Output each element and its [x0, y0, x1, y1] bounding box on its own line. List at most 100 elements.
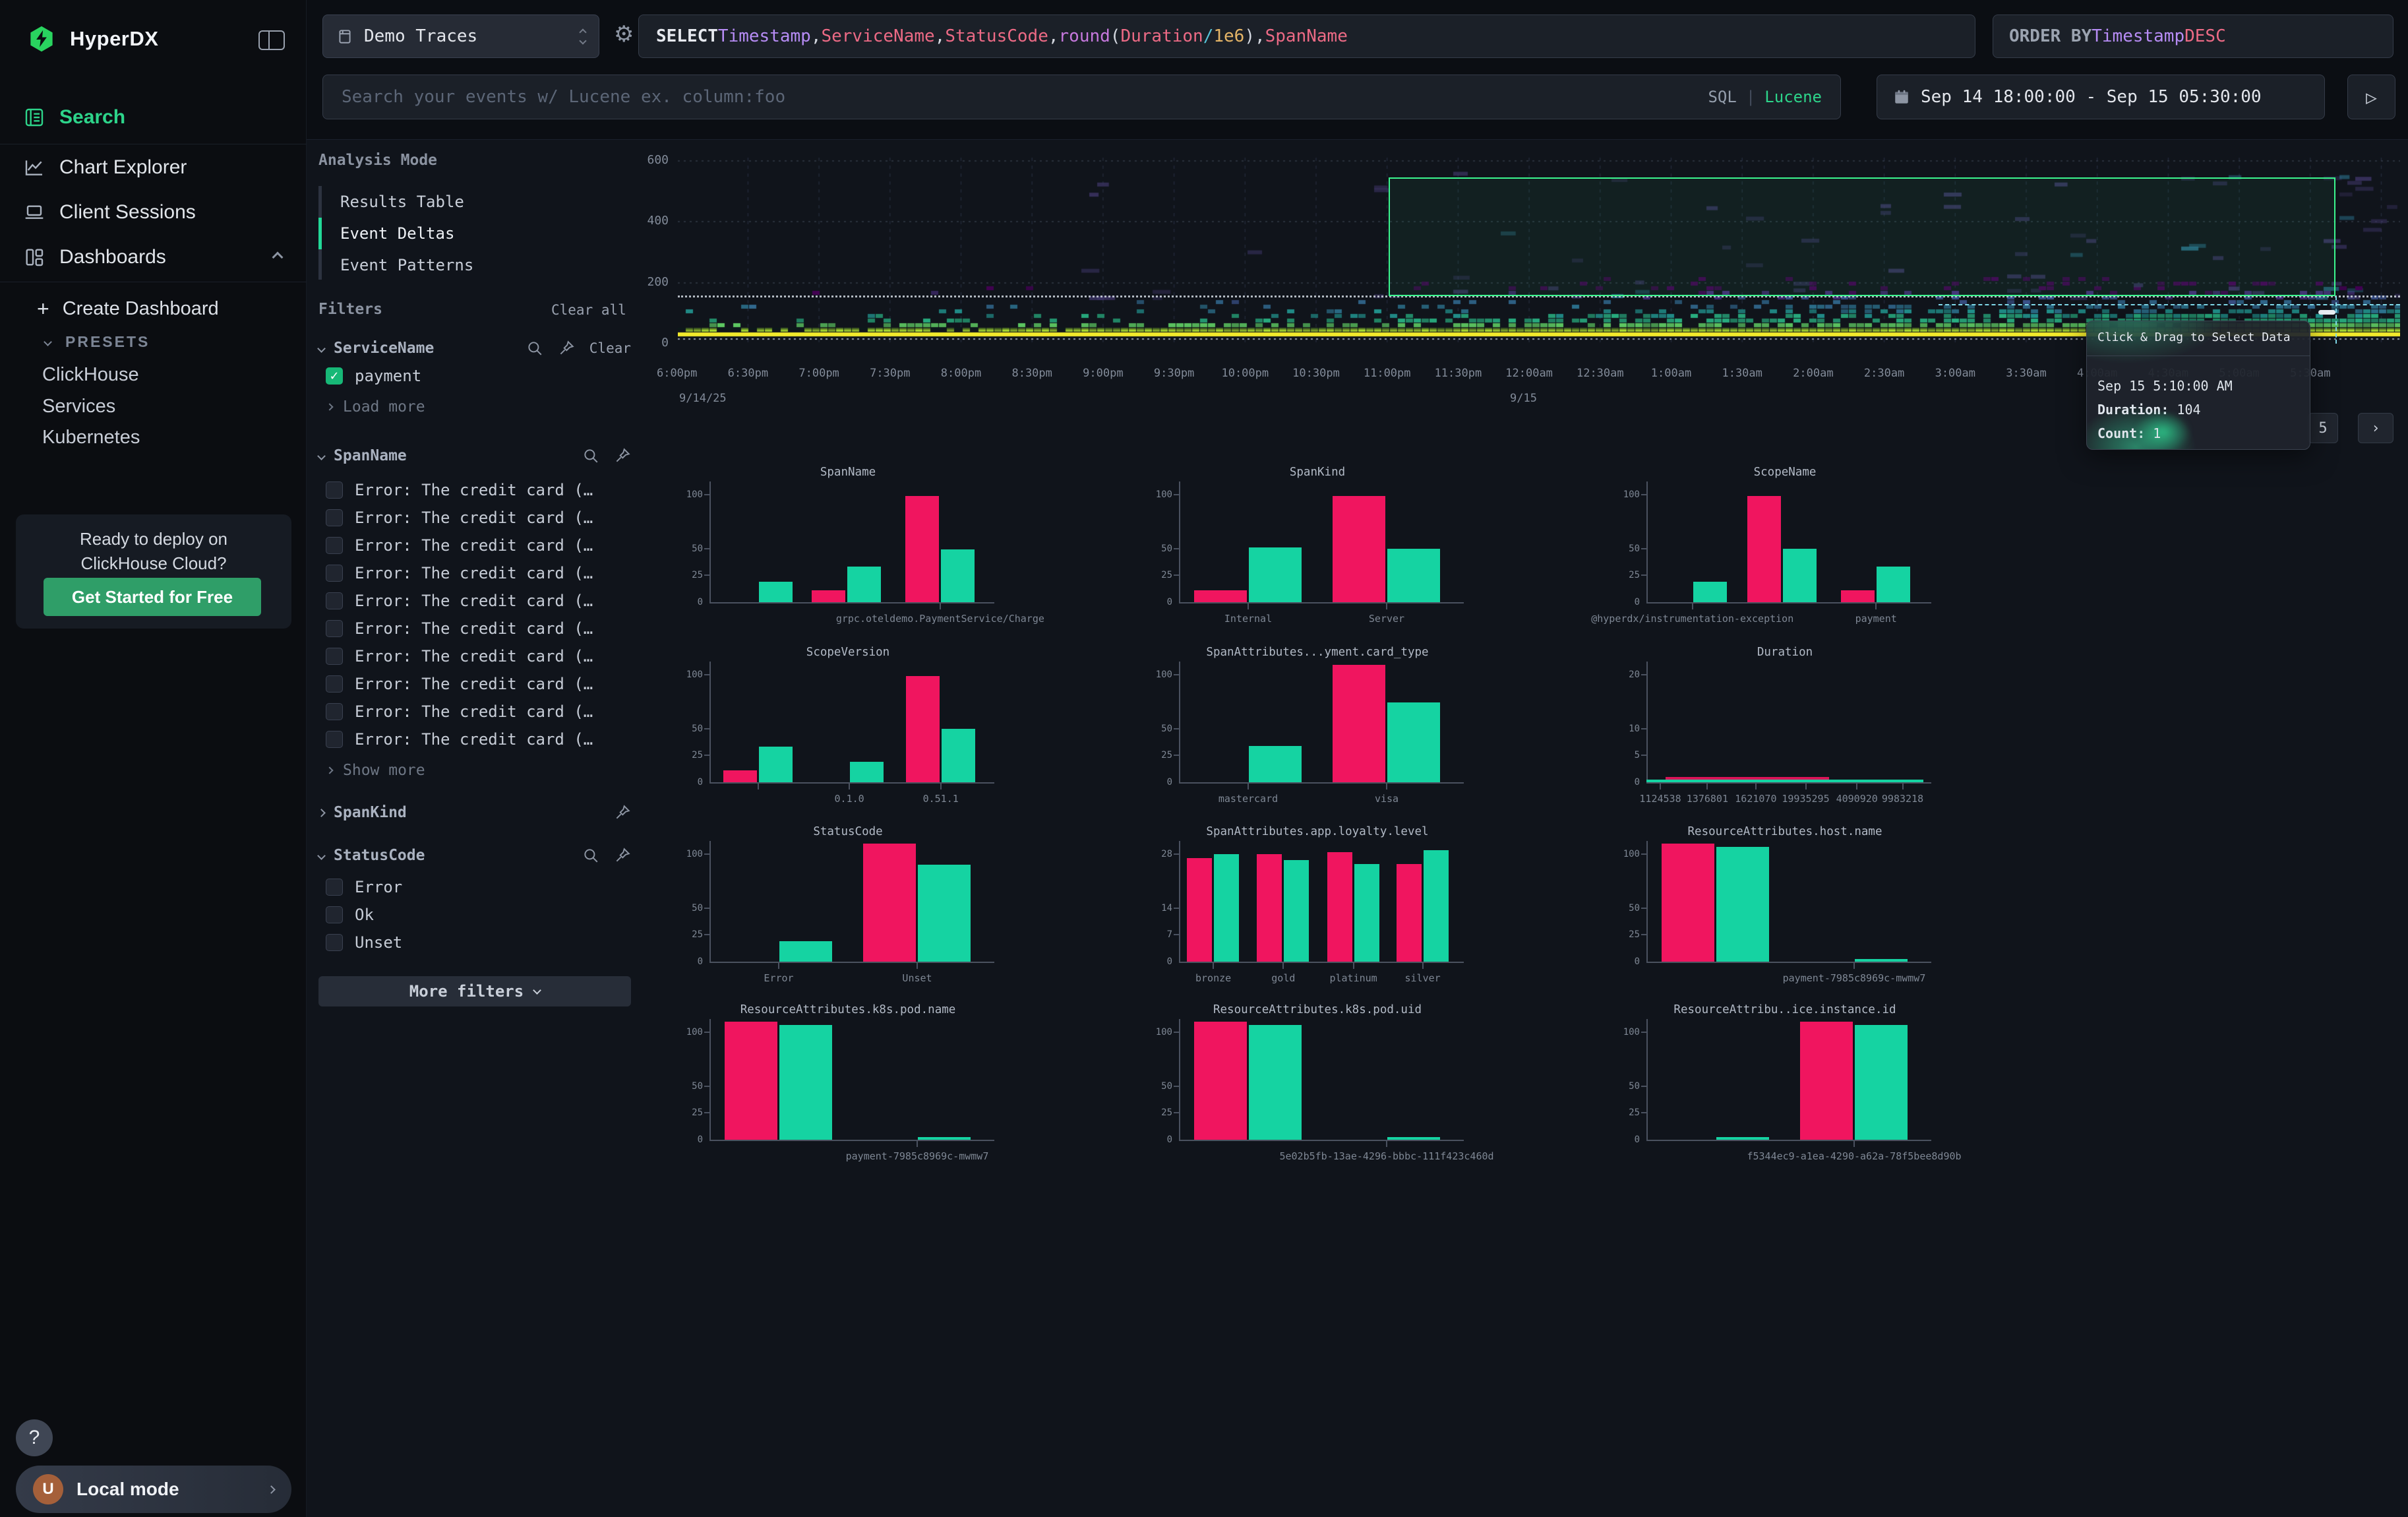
- bar-green[interactable]: [941, 549, 975, 602]
- bar-red[interactable]: [1397, 864, 1422, 962]
- filter-group-header-servicename[interactable]: ServiceNameClear: [318, 335, 631, 361]
- bar-green-strip[interactable]: [1646, 780, 1923, 782]
- run-query-button[interactable]: ▷: [2347, 75, 2395, 119]
- filter-option[interactable]: Error: The credit card (…: [326, 675, 593, 693]
- filter-group-header-spankind[interactable]: SpanKind: [318, 799, 631, 826]
- checkbox-unchecked[interactable]: [326, 592, 343, 609]
- filter-option[interactable]: Unset: [326, 933, 402, 952]
- bar-green[interactable]: [1693, 582, 1727, 602]
- bar-green[interactable]: [759, 747, 793, 782]
- checkbox-unchecked[interactable]: [326, 537, 343, 554]
- sql-mode-button[interactable]: SQL: [1708, 88, 1736, 106]
- bar-green[interactable]: [1855, 1025, 1908, 1140]
- pin-icon[interactable]: [614, 447, 631, 464]
- filter-option[interactable]: Error: The credit card (…: [326, 536, 593, 555]
- filter-option[interactable]: Error: The credit card (…: [326, 509, 593, 527]
- bar-red[interactable]: [812, 590, 845, 602]
- tab-results-table[interactable]: Results Table: [340, 193, 464, 211]
- bar-red[interactable]: [1662, 844, 1714, 962]
- bar-green[interactable]: [918, 1137, 971, 1140]
- bar-red[interactable]: [906, 676, 940, 782]
- bar-green[interactable]: [1877, 567, 1910, 602]
- checkbox-unchecked[interactable]: [326, 675, 343, 693]
- checkbox-unchecked[interactable]: [326, 481, 343, 499]
- bar-red[interactable]: [725, 1022, 777, 1140]
- bar-green[interactable]: [1249, 746, 1302, 782]
- bar-red-strip[interactable]: [1666, 777, 1829, 780]
- next-page-button[interactable]: ›: [2358, 413, 2393, 443]
- pin-icon[interactable]: [558, 340, 575, 357]
- bar-red[interactable]: [1187, 858, 1212, 962]
- presets-toggle[interactable]: PRESETS: [45, 330, 150, 354]
- clear-all-button[interactable]: Clear all: [551, 302, 626, 318]
- filter-option[interactable]: Error: The credit card (…: [326, 481, 593, 499]
- bar-red[interactable]: [1333, 496, 1385, 602]
- filter-option[interactable]: Error: The credit card (…: [326, 592, 593, 610]
- sidebar-item-kubernetes[interactable]: Kubernetes: [42, 427, 140, 449]
- bar-green[interactable]: [1855, 959, 1908, 962]
- filter-option[interactable]: Error: The credit card (…: [326, 730, 593, 749]
- bar-red[interactable]: [1257, 854, 1282, 962]
- filter-option[interactable]: Ok: [326, 906, 374, 924]
- filter-option[interactable]: ✓payment: [326, 367, 421, 385]
- filter-group-header-statuscode[interactable]: StatusCode: [318, 842, 631, 869]
- pin-icon[interactable]: [614, 804, 631, 821]
- bar-green[interactable]: [1249, 547, 1302, 602]
- selection-rectangle[interactable]: [1389, 177, 2335, 296]
- search-icon[interactable]: [582, 847, 599, 864]
- page-5-button[interactable]: 5: [2308, 413, 2338, 443]
- checkbox-unchecked[interactable]: [326, 565, 343, 582]
- sidebar-item-clickhouse[interactable]: ClickHouse: [42, 364, 139, 386]
- bar-red[interactable]: [1327, 852, 1352, 962]
- bar-red[interactable]: [723, 770, 757, 782]
- search-icon[interactable]: [582, 447, 599, 464]
- sidebar-item-search[interactable]: Search: [0, 96, 307, 139]
- lucene-mode-button[interactable]: Lucene: [1764, 88, 1822, 106]
- order-by-input[interactable]: ORDER BY Timestamp DESC: [1993, 15, 2393, 58]
- checkbox-unchecked[interactable]: [326, 509, 343, 526]
- sidebar-item-chart-explorer[interactable]: Chart Explorer: [0, 146, 307, 189]
- bar-green[interactable]: [1214, 854, 1239, 962]
- create-dashboard-button[interactable]: + Create Dashboard: [37, 295, 219, 322]
- bar-green[interactable]: [1387, 702, 1440, 782]
- bar-green[interactable]: [1716, 1137, 1769, 1140]
- checkbox-checked[interactable]: ✓: [326, 367, 343, 385]
- bar-green[interactable]: [1716, 847, 1769, 962]
- checkbox-unchecked[interactable]: [326, 620, 343, 637]
- help-button[interactable]: ?: [16, 1419, 53, 1456]
- source-select[interactable]: Demo Traces: [322, 15, 599, 58]
- bar-red[interactable]: [1194, 1022, 1247, 1140]
- sidebar-item-services[interactable]: Services: [42, 396, 115, 418]
- bar-green[interactable]: [1783, 549, 1817, 603]
- checkbox-unchecked[interactable]: [326, 906, 343, 923]
- sql-query-input[interactable]: SELECT Timestamp, ServiceName, StatusCod…: [638, 15, 1975, 58]
- filter-option[interactable]: Error: The credit card (…: [326, 619, 593, 638]
- bar-red[interactable]: [1333, 665, 1385, 782]
- bar-green[interactable]: [847, 567, 881, 602]
- bar-green[interactable]: [759, 582, 793, 602]
- tab-event-patterns[interactable]: Event Patterns: [340, 256, 473, 274]
- bar-green[interactable]: [1387, 549, 1440, 603]
- checkbox-unchecked[interactable]: [326, 934, 343, 951]
- load-more-button[interactable]: Load more: [327, 398, 425, 416]
- bar-green[interactable]: [850, 762, 884, 782]
- checkbox-unchecked[interactable]: [326, 703, 343, 720]
- gear-icon[interactable]: ⚙: [614, 21, 634, 47]
- bar-green[interactable]: [942, 729, 975, 783]
- checkbox-unchecked[interactable]: [326, 879, 343, 896]
- bar-red[interactable]: [1800, 1022, 1853, 1140]
- bar-green[interactable]: [1387, 1137, 1440, 1140]
- pin-icon[interactable]: [614, 847, 631, 864]
- filter-option[interactable]: Error: The credit card (…: [326, 564, 593, 582]
- bar-green[interactable]: [918, 865, 971, 962]
- bar-red[interactable]: [863, 844, 916, 962]
- checkbox-unchecked[interactable]: [326, 731, 343, 748]
- sidebar-collapse-icon[interactable]: [258, 30, 285, 50]
- local-mode-button[interactable]: U Local mode: [16, 1466, 291, 1513]
- filter-option[interactable]: Error: The credit card (…: [326, 647, 593, 666]
- get-started-button[interactable]: Get Started for Free: [44, 578, 261, 616]
- bar-red[interactable]: [1194, 590, 1247, 602]
- bar-red[interactable]: [1841, 590, 1875, 602]
- bar-green[interactable]: [1424, 850, 1449, 962]
- sidebar-item-dashboards[interactable]: Dashboards: [0, 236, 307, 278]
